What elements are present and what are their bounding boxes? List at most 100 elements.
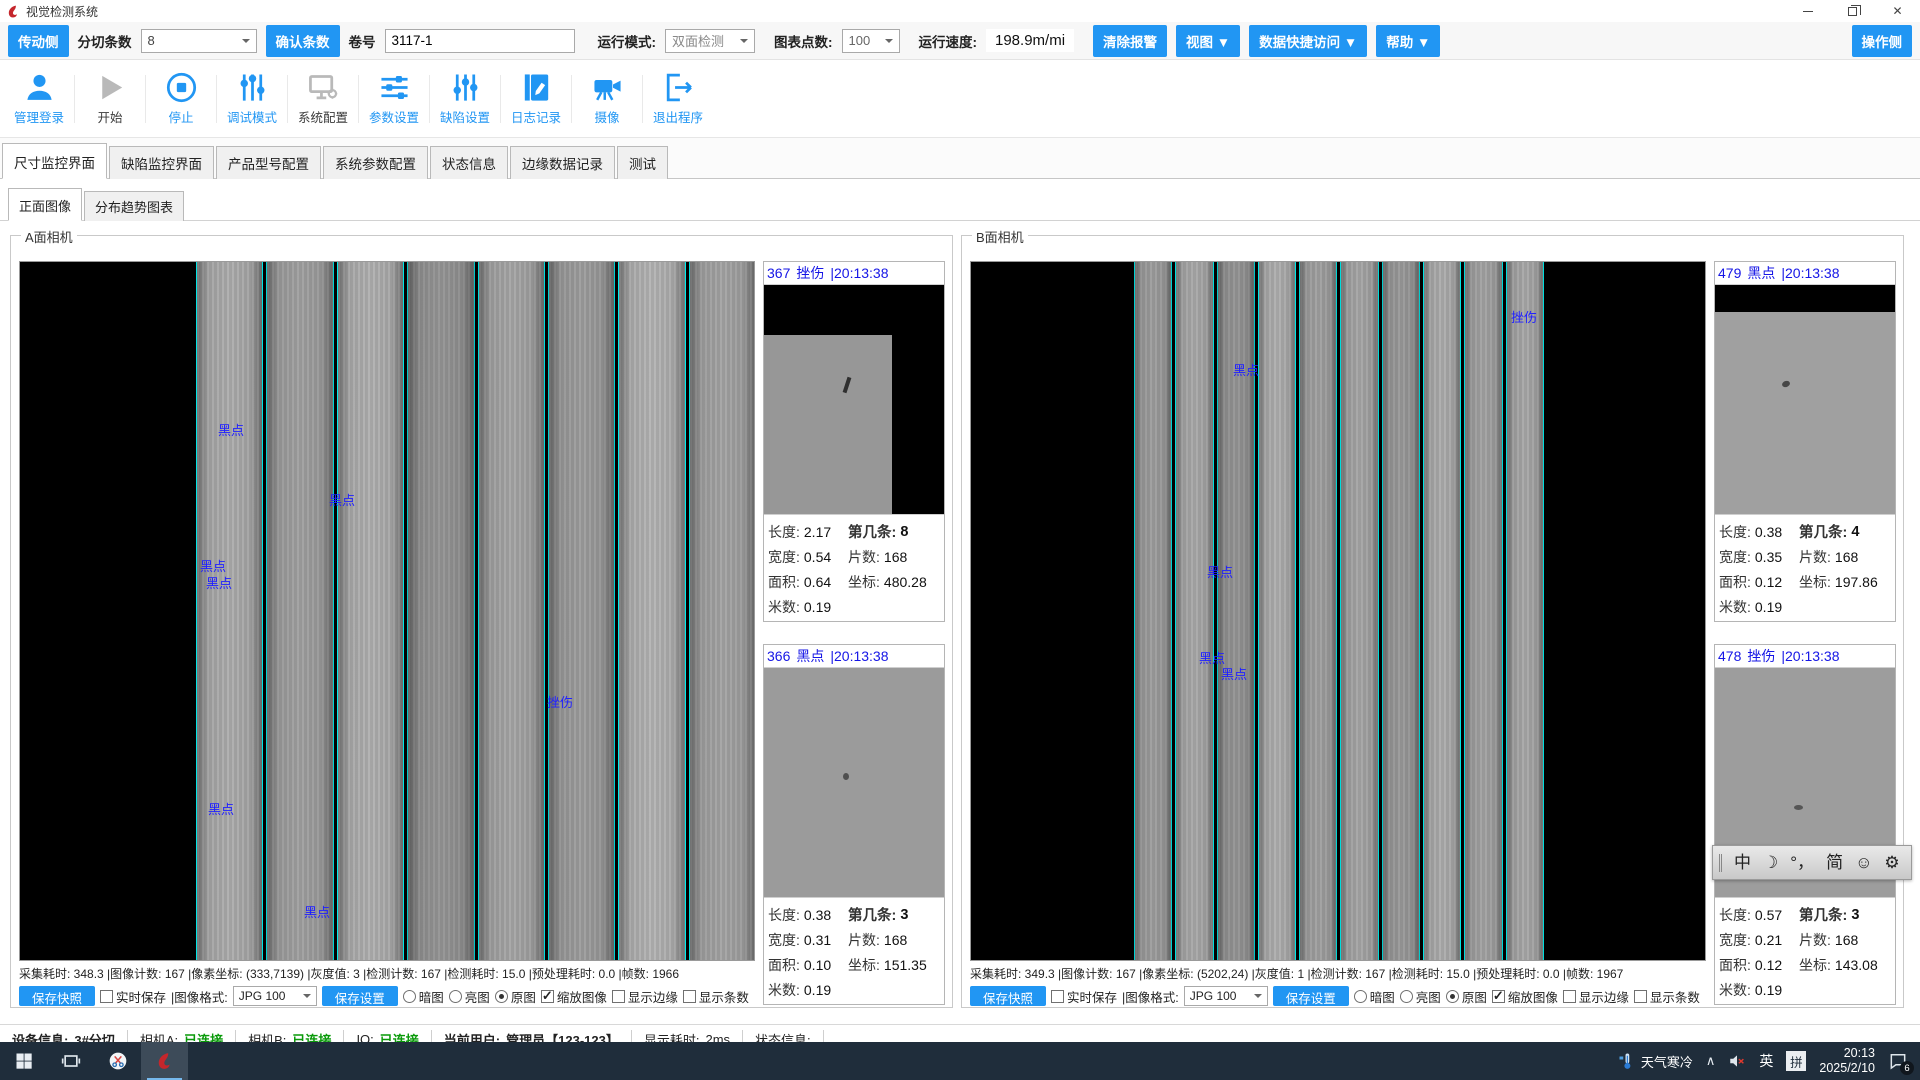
toolbar-param-settings[interactable]: 参数设置 — [361, 71, 427, 126]
weather-widget[interactable]: 天气寒冷 — [1618, 1052, 1693, 1071]
checkbox-option[interactable]: 缩放图像 — [1492, 987, 1558, 1006]
run-mode-select[interactable]: 双面检测 — [665, 29, 755, 53]
metric-value: 168 — [884, 932, 907, 948]
tab-6[interactable]: 测试 — [617, 146, 668, 179]
clear-alarm-button[interactable]: 清除报警 — [1093, 25, 1167, 57]
ime-mode-badge[interactable]: 拼 — [1786, 1051, 1806, 1071]
image-format-select[interactable]: JPG 100 — [233, 986, 317, 1006]
checkbox-label: 缩放图像 — [557, 987, 607, 1006]
subtab-1[interactable]: 分布趋势图表 — [84, 191, 184, 221]
subtab-0[interactable]: 正面图像 — [8, 188, 82, 221]
radio-option[interactable]: 亮图 — [1400, 987, 1441, 1006]
sub-tabs: 正面图像分布趋势图表 — [0, 179, 1920, 221]
cut-count-select[interactable]: 8 — [141, 29, 257, 53]
tab-0[interactable]: 尺寸监控界面 — [2, 143, 107, 179]
tab-1[interactable]: 缺陷监控界面 — [109, 146, 214, 179]
defect-id: 366 — [767, 648, 790, 664]
toolbar-start[interactable]: 开始 — [77, 71, 143, 126]
restore-button[interactable] — [1830, 0, 1875, 22]
metric-value: 3 — [1851, 907, 1859, 923]
language-indicator[interactable]: 英 — [1759, 1051, 1773, 1071]
task-view-icon — [61, 1051, 81, 1071]
toolbar-defect-settings[interactable]: 缺陷设置 — [432, 71, 498, 126]
toolbar-admin-login[interactable]: 管理登录 — [6, 71, 72, 126]
save-snapshot-button[interactable]: 保存快照 — [19, 986, 95, 1006]
film-strip — [407, 262, 474, 960]
defect-card[interactable]: 367挫伤|20:13:38长度:2.17第几条:8宽度:0.54片数:168面… — [763, 261, 945, 622]
view-menu-button[interactable]: 视图 ▼ — [1176, 25, 1240, 57]
ime-item-2[interactable]: °， — [1790, 854, 1814, 871]
defect-card[interactable]: 478挫伤|20:13:38长度:0.57第几条:3宽度:0.21片数:168面… — [1714, 644, 1896, 1005]
start-button[interactable] — [0, 1042, 47, 1080]
system-config-icon — [307, 71, 340, 104]
inspection-app-taskbar-button[interactable] — [141, 1042, 188, 1080]
defect-card[interactable]: 479黑点|20:13:38长度:0.38第几条:4宽度:0.35片数:168面… — [1714, 261, 1896, 622]
close-button[interactable] — [1875, 0, 1920, 22]
checkbox-option[interactable]: 显示条数 — [683, 987, 749, 1006]
checkbox-label: 显示条数 — [699, 987, 749, 1006]
checkbox-option[interactable]: 显示边缘 — [612, 987, 678, 1006]
confirm-count-button[interactable]: 确认条数 — [266, 25, 340, 57]
param-settings-icon — [378, 71, 411, 104]
tab-4[interactable]: 状态信息 — [430, 146, 508, 179]
chart-points-select[interactable]: 100 — [842, 29, 900, 53]
image-format-select[interactable]: JPG 100 — [1184, 986, 1268, 1006]
drive-side-button[interactable]: 传动侧 — [8, 25, 69, 57]
checkbox-option[interactable]: 缩放图像 — [541, 987, 607, 1006]
ime-item-3[interactable]: 简 — [1826, 854, 1843, 871]
defect-list-a: 367挫伤|20:13:38长度:2.17第几条:8宽度:0.54片数:168面… — [763, 261, 945, 1005]
task-view-button[interactable] — [47, 1042, 94, 1080]
metric-cell: 长度:0.57 — [1719, 902, 1799, 927]
ime-item-0[interactable]: 中 — [1734, 854, 1751, 871]
radio-option[interactable]: 暗图 — [1354, 987, 1395, 1006]
tab-3[interactable]: 系统参数配置 — [323, 146, 428, 179]
taskbar-clock[interactable]: 20:13 2025/2/10 — [1819, 1046, 1875, 1076]
volume-muted-button[interactable] — [1728, 1052, 1746, 1070]
metric-label: 坐标: — [1799, 955, 1831, 975]
ime-item-1[interactable]: ☽ — [1763, 854, 1778, 871]
metric-cell: 面积:0.64 — [768, 569, 848, 594]
save-settings-button[interactable]: 保存设置 — [1273, 986, 1349, 1006]
metric-value: 2.17 — [804, 524, 831, 540]
tab-5[interactable]: 边缘数据记录 — [510, 146, 615, 179]
checkbox-option[interactable]: 显示边缘 — [1563, 987, 1629, 1006]
radio-icon — [449, 990, 462, 1003]
metric-cell: 片数:168 — [848, 927, 942, 952]
minimize-button[interactable] — [1785, 0, 1830, 22]
help-menu-button[interactable]: 帮助 ▼ — [1376, 25, 1440, 57]
radio-option[interactable]: 亮图 — [449, 987, 490, 1006]
defect-id: 479 — [1718, 265, 1741, 281]
save-settings-button[interactable]: 保存设置 — [322, 986, 398, 1006]
operator-side-button[interactable]: 操作侧 — [1852, 25, 1913, 57]
metric-label: 片数: — [848, 930, 880, 950]
ime-grip-icon[interactable] — [1719, 854, 1722, 872]
hidden-icons-chevron[interactable]: ∧ — [1706, 1053, 1716, 1069]
toolbar-debug-mode[interactable]: 调试模式 — [219, 71, 285, 126]
snipping-tool-button[interactable] — [94, 1042, 141, 1080]
defect-card[interactable]: 366黑点|20:13:38长度:0.38第几条:3宽度:0.31片数:168面… — [763, 644, 945, 1005]
radio-option[interactable]: 暗图 — [403, 987, 444, 1006]
radio-option[interactable]: 原图 — [1446, 987, 1487, 1006]
roll-number-input[interactable] — [385, 29, 575, 53]
film-strip — [618, 262, 685, 960]
save-snapshot-button[interactable]: 保存快照 — [970, 986, 1046, 1006]
film-strips — [196, 262, 755, 960]
ime-item-5[interactable]: ⚙ — [1884, 854, 1899, 871]
ime-item-4[interactable]: ☺ — [1855, 854, 1872, 871]
radio-option[interactable]: 原图 — [495, 987, 536, 1006]
checkbox-icon — [1492, 990, 1505, 1003]
metric-label: 长度: — [768, 905, 800, 925]
realtime-save-checkbox[interactable]: 实时保存 — [100, 987, 166, 1006]
tab-2[interactable]: 产品型号配置 — [216, 146, 321, 179]
toolbar-log-record[interactable]: 日志记录 — [503, 71, 569, 126]
realtime-save-checkbox[interactable]: 实时保存 — [1051, 987, 1117, 1006]
toolbar-exit[interactable]: 退出程序 — [645, 71, 711, 126]
notification-center-button[interactable]: 6 — [1888, 1051, 1908, 1071]
toolbar-camera[interactable]: 摄像 — [574, 71, 640, 126]
toolbar-system-config[interactable]: 系统配置 — [290, 71, 356, 126]
run-speed-value: 198.9m/mi — [986, 29, 1074, 52]
toolbar-stop[interactable]: 停止 — [148, 71, 214, 126]
checkbox-option[interactable]: 显示条数 — [1634, 987, 1700, 1006]
defect-mark — [843, 773, 849, 780]
data-quick-access-button[interactable]: 数据快捷访问 ▼ — [1249, 25, 1367, 57]
